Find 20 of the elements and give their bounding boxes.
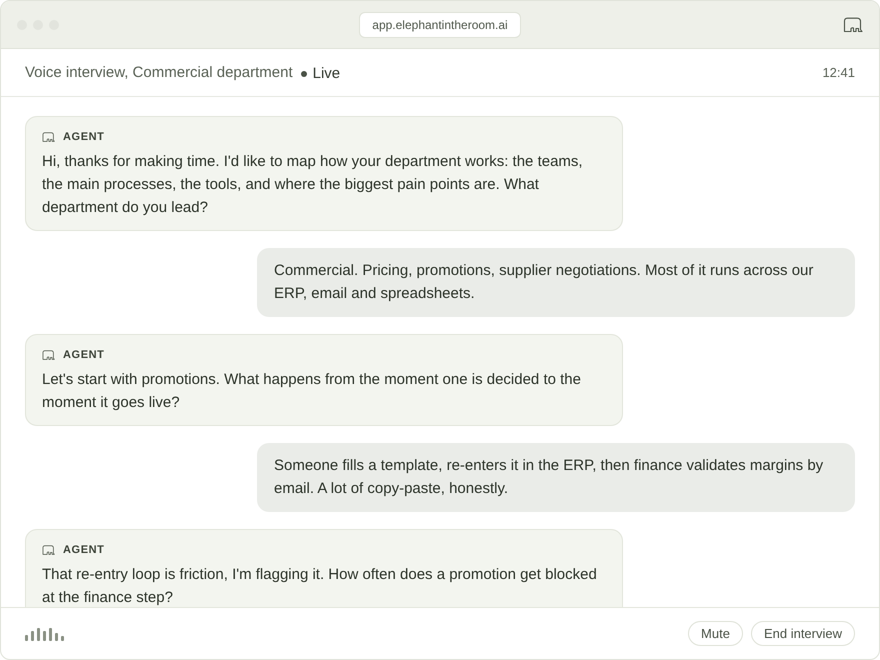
session-title: Voice interview, Commercial department [25,64,293,81]
message-text: Let's start with promotions. What happens from the moment one is decided to the moment it goes live? [42,370,582,413]
message-text: Commercial. Pricing, promotions, supplier negotiations. Most of it runs across our ERP, email and spreadsheets. [274,261,814,304]
sender-label: AGENT [63,131,104,143]
message-text: Hi, thanks for making time. I'd like to map how your department works: the teams, the main processes, the tools, and where the biggest pain points are. What department do you lead? [42,152,584,218]
live-dot-icon [300,70,307,76]
live-status: Live [312,65,340,82]
url-field[interactable]: app.elephantintheroom.ai [359,12,521,38]
elephant-icon [42,544,55,556]
waveform-icon [25,626,64,640]
message-text: Someone fills a template, re-enters it in the ERP, then finance validates margins by email. A lot of copy-paste, honestly. [274,456,824,499]
elephant-icon [42,132,55,142]
end-interview-button[interactable]: End interview [750,621,855,646]
mute-button[interactable]: Mute [688,621,743,646]
elephant-icon [843,16,863,32]
sender-label: AGENT [63,544,104,556]
elapsed-time: 12:41 [822,65,855,80]
message-text: That re-entry loop is friction, I'm flagging it. How often does a promotion get blocked at the finance step? [42,565,598,607]
sender-label: AGENT [63,349,104,361]
elephant-icon [42,350,55,360]
